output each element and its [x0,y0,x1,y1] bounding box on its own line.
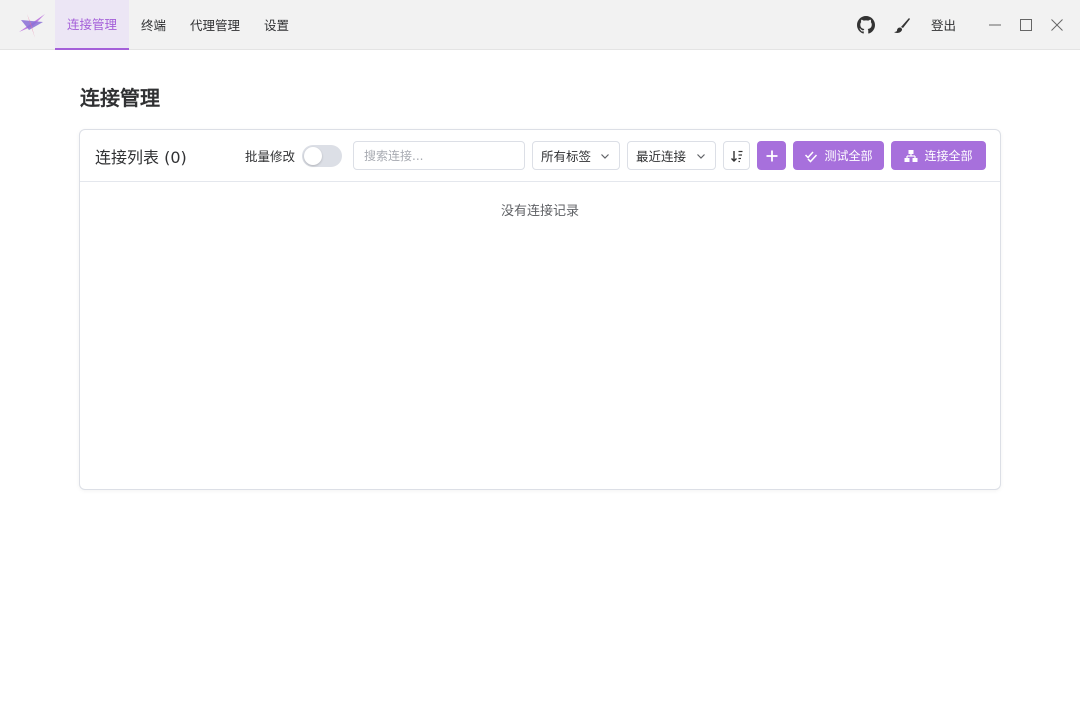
title-bar: 连接管理 终端 代理管理 设置 登出 [0,0,1080,50]
tab-connection-management[interactable]: 连接管理 [55,0,130,50]
empty-state-text: 没有连接记录 [500,204,579,219]
maximize-icon[interactable] [1017,16,1035,34]
batch-edit-toggle[interactable] [302,145,342,167]
test-all-button[interactable]: 测试全部 [793,141,884,170]
sort-direction-button[interactable] [723,141,750,170]
minimize-icon[interactable] [986,16,1004,34]
add-connection-button[interactable] [757,141,786,170]
connection-list-panel: 连接列表 (0) 批量修改 所有标签 最近连接 [79,129,1001,490]
github-icon[interactable] [856,15,875,34]
plus-icon [766,150,777,161]
connect-all-label: 连接全部 [924,149,973,163]
titlebar-actions: 登出 [856,0,1080,50]
logout-button[interactable]: 登出 [931,15,956,34]
batch-edit-label: 批量修改 [245,149,296,164]
sort-order-select[interactable]: 最近连接 [627,141,716,170]
tab-proxy-management[interactable]: 代理管理 [178,0,252,50]
chevron-down-icon [695,150,707,162]
double-check-icon [804,149,818,163]
sort-order-value: 最近连接 [636,149,687,164]
main-nav: 连接管理 终端 代理管理 设置 [55,0,301,50]
tab-settings[interactable]: 设置 [252,0,301,50]
chevron-down-icon [599,150,611,162]
tab-terminal[interactable]: 终端 [129,0,178,50]
sort-direction-icon [730,150,742,162]
toggle-knob [304,147,322,165]
connection-list-title: 连接列表 (0) [95,147,187,167]
search-input[interactable] [353,141,525,170]
test-all-label: 测试全部 [824,149,873,163]
network-icon [904,149,918,163]
connect-all-button[interactable]: 连接全部 [891,141,986,170]
panel-header: 连接列表 (0) 批量修改 所有标签 最近连接 [80,130,1000,182]
tag-filter-select[interactable]: 所有标签 [532,141,620,170]
app-logo [19,13,45,38]
brush-icon[interactable] [893,16,911,34]
tag-filter-value: 所有标签 [541,149,592,164]
close-icon[interactable] [1048,16,1066,34]
page-title: 连接管理 [80,86,160,110]
